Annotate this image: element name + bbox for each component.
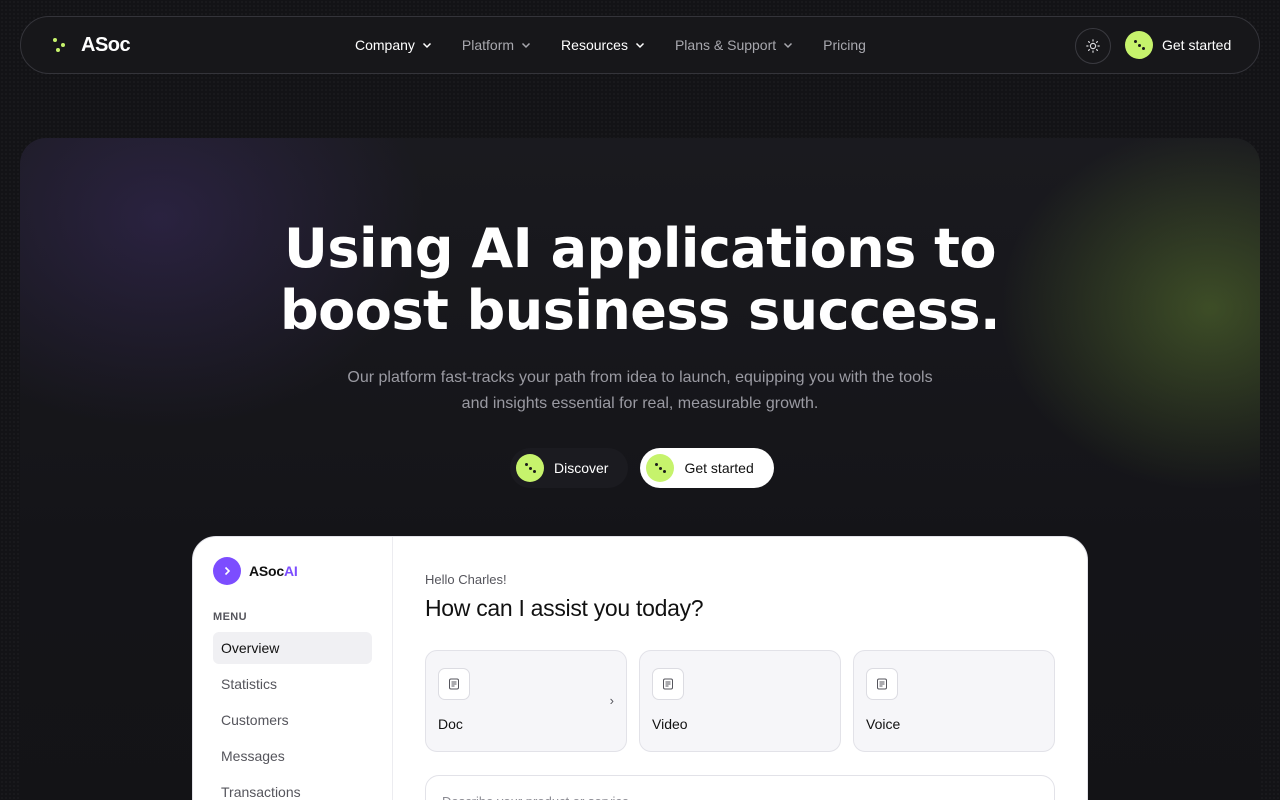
headline-line-1: Using AI applications to: [283, 217, 997, 280]
dots-icon: [646, 454, 675, 482]
sidebar-menu: Overview Statistics Customers Messages T…: [213, 632, 372, 800]
chevron-right-icon: ›: [609, 693, 614, 708]
nav-item-plans-support[interactable]: Plans & Support: [675, 37, 793, 53]
get-started-label: Get started: [684, 460, 754, 476]
sidebar-item-overview[interactable]: Overview: [213, 632, 372, 664]
app-main: Hello Charles! How can I assist you toda…: [425, 537, 1055, 800]
app-sidebar: ASocAI MENU Overview Statistics Customer…: [193, 537, 393, 800]
prompt-input[interactable]: Describe your product or service: [425, 775, 1055, 800]
chevron-down-icon: [635, 42, 644, 49]
document-icon: [866, 668, 898, 700]
sidebar-item-messages[interactable]: Messages: [213, 740, 372, 772]
get-started-nav-button[interactable]: Get started: [1125, 30, 1231, 60]
discover-button[interactable]: Discover: [510, 448, 629, 488]
app-brand[interactable]: ASocAI: [213, 557, 298, 585]
nav-item-company[interactable]: Company: [355, 37, 432, 53]
option-cards: Doc › Video Voice: [425, 650, 1055, 752]
card-label: Doc: [438, 716, 463, 732]
nav-item-resources[interactable]: Resources: [561, 37, 645, 53]
card-voice[interactable]: Voice: [853, 650, 1055, 752]
app-brand-name: ASocAI: [249, 563, 298, 579]
app-preview-card: ASocAI MENU Overview Statistics Customer…: [192, 536, 1088, 800]
greeting: Hello Charles!: [425, 572, 507, 587]
subtext-line-1: Our platform fast-tracks your path from …: [347, 369, 933, 386]
chevron-down-icon: [522, 42, 531, 49]
brand-accent: AI: [284, 563, 298, 579]
discover-label: Discover: [554, 460, 609, 476]
logo-text: ASoc: [81, 33, 131, 56]
nav-item-label: Plans & Support: [674, 37, 777, 53]
nav-item-label: Resources: [561, 37, 628, 53]
nav-item-label: Pricing: [823, 37, 866, 53]
document-icon: [438, 668, 470, 700]
theme-toggle-button[interactable]: [1075, 28, 1111, 64]
nav-item-pricing[interactable]: Pricing: [823, 37, 866, 53]
headline-line-2: boost business success.: [279, 279, 1001, 342]
dots-icon: [516, 454, 544, 482]
chevron-right-icon: [213, 557, 241, 585]
document-icon: [652, 668, 684, 700]
sidebar-item-statistics[interactable]: Statistics: [213, 668, 372, 700]
hero-headline: Using AI applications to boost business …: [20, 218, 1260, 342]
chevron-down-icon: [784, 42, 793, 49]
assist-title: How can I assist you today?: [425, 595, 704, 621]
card-doc[interactable]: Doc ›: [425, 650, 627, 752]
sidebar-item-customers[interactable]: Customers: [213, 704, 372, 736]
subtext-line-2: and insights essential for real, measura…: [461, 395, 819, 412]
nav-item-label: Company: [355, 37, 415, 53]
sidebar-menu-label: MENU: [213, 611, 247, 623]
card-video[interactable]: Video: [639, 650, 841, 752]
get-started-hero-button[interactable]: Get started: [640, 448, 774, 488]
cta-label: Get started: [1162, 37, 1232, 53]
nav-item-platform[interactable]: Platform: [462, 37, 531, 53]
logo-icon: [53, 38, 67, 52]
card-label: Voice: [866, 716, 901, 732]
hero-subtext: Our platform fast-tracks your path from …: [340, 365, 940, 417]
logo[interactable]: ASoc: [53, 17, 131, 73]
chevron-down-icon: [422, 42, 431, 49]
dots-icon: [1125, 31, 1153, 59]
main-menu: Company Platform Resources Plans & Suppo…: [355, 17, 866, 73]
card-label: Video: [652, 716, 688, 732]
sun-icon: [1086, 39, 1100, 53]
nav-item-label: Platform: [461, 37, 515, 53]
brand-main: ASoc: [249, 563, 284, 579]
hero-buttons: Discover Get started: [510, 448, 774, 488]
top-nav: ASoc Company Platform Resources Plans & …: [20, 16, 1260, 74]
sidebar-item-transactions[interactable]: Transactions: [213, 776, 372, 800]
